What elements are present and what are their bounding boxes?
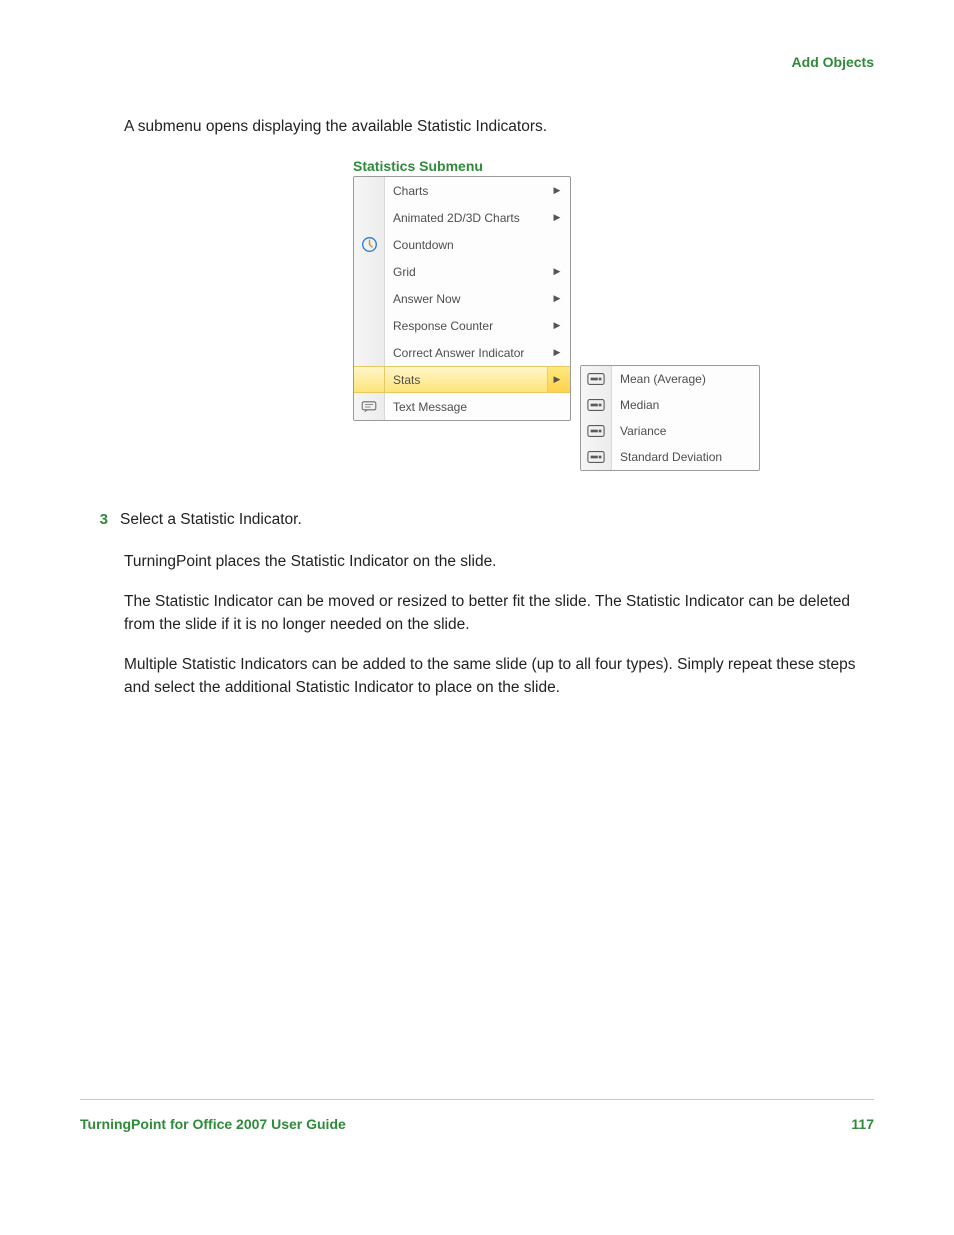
menu-icon-blank <box>354 339 385 366</box>
submenu-item-median[interactable]: Median <box>581 392 759 418</box>
menu-item-charts[interactable]: Charts ▶ <box>354 177 570 204</box>
submenu-arrow-icon: ▶ <box>548 320 570 331</box>
menu-label: Stats <box>385 373 547 387</box>
stat-indicator-icon <box>581 418 612 444</box>
menu-item-stats[interactable]: Stats ▶ <box>354 366 570 393</box>
menu-icon-blank <box>354 312 385 339</box>
menu-item-response-counter[interactable]: Response Counter ▶ <box>354 312 570 339</box>
clock-icon <box>354 231 385 258</box>
stat-indicator-icon <box>581 366 612 392</box>
figure-caption: Statistics Submenu <box>353 158 874 174</box>
stat-indicator-icon <box>581 444 612 470</box>
menu-item-correct-answer-indicator[interactable]: Correct Answer Indicator ▶ <box>354 339 570 366</box>
menu-item-answer-now[interactable]: Answer Now ▶ <box>354 285 570 312</box>
body-paragraph: TurningPoint places the Statistic Indica… <box>124 551 874 573</box>
body-paragraph: The Statistic Indicator can be moved or … <box>124 591 874 636</box>
submenu-arrow-icon: ▶ <box>548 347 570 358</box>
menu-icon-blank <box>354 204 385 231</box>
submenu-label: Standard Deviation <box>612 450 759 464</box>
submenu-arrow-icon: ▶ <box>547 367 570 392</box>
menu-label: Animated 2D/3D Charts <box>385 211 548 225</box>
menu-icon-blank <box>354 258 385 285</box>
step-3: 3 Select a Statistic Indicator. <box>80 511 874 529</box>
body-paragraph: Multiple Statistic Indicators can be add… <box>124 654 874 699</box>
menu-label: Answer Now <box>385 292 548 306</box>
submenu-label: Mean (Average) <box>612 372 759 386</box>
intro-paragraph: A submenu opens displaying the available… <box>124 118 874 136</box>
menu-icon-blank <box>354 285 385 312</box>
menu-item-animated-charts[interactable]: Animated 2D/3D Charts ▶ <box>354 204 570 231</box>
menu-item-grid[interactable]: Grid ▶ <box>354 258 570 285</box>
step-number: 3 <box>80 511 120 528</box>
submenu-arrow-icon: ▶ <box>548 266 570 277</box>
stat-indicator-icon <box>581 392 612 418</box>
menu-label: Charts <box>385 184 548 198</box>
submenu-item-std-dev[interactable]: Standard Deviation <box>581 444 759 470</box>
submenu-arrow-icon: ▶ <box>548 212 570 223</box>
submenu-item-mean[interactable]: Mean (Average) <box>581 366 759 392</box>
submenu-label: Variance <box>612 424 759 438</box>
text-message-icon <box>354 393 385 420</box>
menu-label: Text Message <box>385 400 548 414</box>
page-number: 117 <box>851 1116 874 1132</box>
menu-item-countdown[interactable]: Countdown <box>354 231 570 258</box>
step-text: Select a Statistic Indicator. <box>120 511 302 529</box>
page: Add Objects A submenu opens displaying t… <box>0 0 954 1160</box>
footer-title: TurningPoint for Office 2007 User Guide <box>80 1116 346 1132</box>
submenu-arrow-icon: ▶ <box>548 293 570 304</box>
figure: Charts ▶ Animated 2D/3D Charts ▶ Countdo… <box>353 176 874 471</box>
submenu-item-variance[interactable]: Variance <box>581 418 759 444</box>
stats-submenu: Mean (Average) Median Variance Standard … <box>580 365 760 471</box>
menu-icon-blank <box>354 367 385 392</box>
menu-label: Countdown <box>385 238 548 252</box>
menu-label: Grid <box>385 265 548 279</box>
footer-rule <box>80 1099 874 1100</box>
menu-icon-blank <box>354 177 385 204</box>
submenu-label: Median <box>612 398 759 412</box>
submenu-arrow-icon: ▶ <box>548 185 570 196</box>
page-footer: TurningPoint for Office 2007 User Guide … <box>80 1116 874 1132</box>
menu-label: Response Counter <box>385 319 548 333</box>
menu-label: Correct Answer Indicator <box>385 346 548 360</box>
section-header: Add Objects <box>80 54 874 70</box>
menu-item-text-message[interactable]: Text Message <box>354 393 570 420</box>
main-menu: Charts ▶ Animated 2D/3D Charts ▶ Countdo… <box>353 176 571 421</box>
